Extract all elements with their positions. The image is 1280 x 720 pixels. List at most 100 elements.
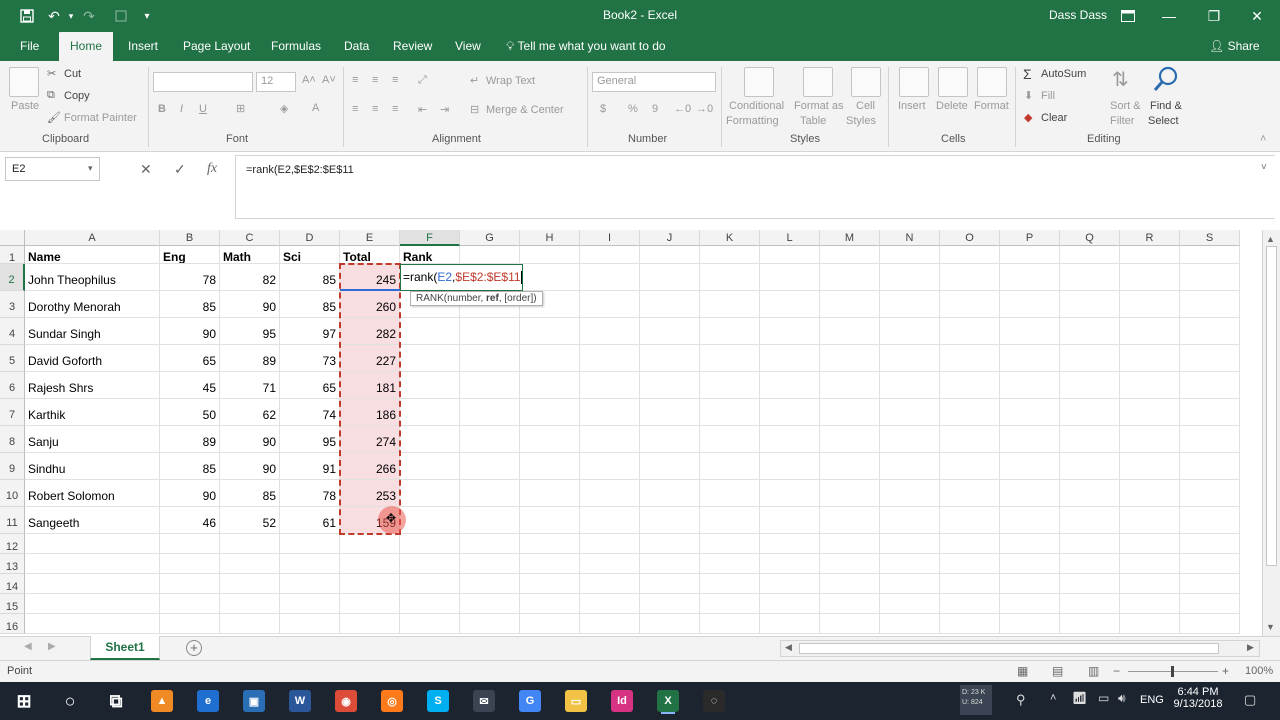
volume-icon[interactable]: 🔊︎ (1118, 691, 1126, 706)
empty-cell[interactable] (520, 318, 580, 345)
empty-cell[interactable] (760, 574, 820, 594)
sort-filter-label-1[interactable]: Sort & (1110, 100, 1141, 112)
clock[interactable]: 6:44 PM 9/13/2018 (1168, 686, 1228, 710)
empty-cell[interactable] (1060, 534, 1120, 554)
increase-indent-icon[interactable]: ⇥ (440, 103, 449, 116)
paste-icon[interactable] (9, 67, 39, 97)
name-cell[interactable]: Karthik (25, 399, 160, 426)
formula-input[interactable]: =rank(E2,$E$2:$E$11 (235, 155, 1275, 219)
name-cell[interactable]: Sindhu (25, 453, 160, 480)
tell-me-search[interactable]: 💡︎ Tell me what you want to do (506, 32, 666, 61)
empty-cell[interactable] (940, 372, 1000, 399)
total-cell[interactable]: 274 (340, 426, 400, 453)
row-header-8[interactable]: 8 (0, 426, 25, 453)
empty-cell[interactable] (1180, 554, 1240, 574)
empty-cell[interactable] (580, 507, 640, 534)
empty-cell[interactable] (760, 318, 820, 345)
font-color-icon[interactable]: A (312, 102, 319, 114)
row-header-2[interactable]: 2 (0, 264, 25, 291)
empty-cell[interactable] (580, 534, 640, 554)
name-cell[interactable]: David Goforth (25, 345, 160, 372)
empty-cell[interactable] (1120, 507, 1180, 534)
empty-cell[interactable] (700, 480, 760, 507)
zoom-in-icon[interactable]: + (1222, 664, 1229, 678)
borders-icon[interactable]: ⊞ (236, 102, 245, 115)
row-header-3[interactable]: 3 (0, 291, 25, 318)
empty-cell[interactable] (640, 264, 700, 291)
tab-view[interactable]: View (445, 32, 491, 61)
empty-cell[interactable] (1120, 291, 1180, 318)
empty-cell[interactable] (700, 534, 760, 554)
empty-cell[interactable] (1180, 614, 1240, 634)
empty-cell[interactable] (460, 345, 520, 372)
empty-cell[interactable] (880, 453, 940, 480)
empty-cell[interactable] (940, 554, 1000, 574)
empty-cell[interactable] (580, 453, 640, 480)
column-header-k[interactable]: K (700, 230, 760, 246)
header-cell-name[interactable]: Name (25, 246, 160, 264)
empty-cell[interactable] (760, 507, 820, 534)
vertical-scrollbar[interactable]: ▲ ▼ (1262, 230, 1280, 636)
total-cell[interactable]: 253 (340, 480, 400, 507)
format-as-table-icon[interactable] (803, 67, 833, 97)
column-header-l[interactable]: L (760, 230, 820, 246)
score-cell[interactable]: 89 (220, 345, 280, 372)
row-header-15[interactable]: 15 (0, 594, 25, 614)
empty-cell[interactable] (520, 614, 580, 634)
empty-cell[interactable] (580, 594, 640, 614)
rank-cell[interactable] (400, 426, 460, 453)
language-indicator[interactable]: ENG (1140, 694, 1164, 706)
empty-cell[interactable] (1000, 264, 1060, 291)
empty-cell[interactable] (460, 480, 520, 507)
empty-cell[interactable] (25, 594, 160, 614)
horizontal-scroll-thumb[interactable] (799, 643, 1219, 654)
empty-cell[interactable] (1000, 426, 1060, 453)
empty-cell[interactable] (820, 534, 880, 554)
empty-cell[interactable] (880, 480, 940, 507)
obs-icon[interactable]: ◌ (703, 690, 725, 712)
decrease-decimal-icon[interactable]: →0 (696, 103, 713, 115)
empty-cell[interactable] (280, 534, 340, 554)
empty-cell[interactable] (640, 426, 700, 453)
empty-cell[interactable] (220, 534, 280, 554)
zoom-out-icon[interactable]: − (1113, 664, 1120, 678)
empty-cell[interactable] (1000, 594, 1060, 614)
rank-cell[interactable] (400, 507, 460, 534)
empty-cell[interactable] (880, 534, 940, 554)
empty-cell[interactable] (1120, 345, 1180, 372)
empty-cell[interactable] (640, 372, 700, 399)
empty-cell[interactable] (940, 291, 1000, 318)
empty-cell[interactable] (580, 264, 640, 291)
score-cell[interactable]: 90 (220, 453, 280, 480)
sort-filter-label-2[interactable]: Filter (1110, 115, 1134, 127)
empty-cell[interactable] (1180, 507, 1240, 534)
empty-cell[interactable] (160, 574, 220, 594)
notifications-icon[interactable]: ▢ (1244, 692, 1256, 708)
empty-cell[interactable] (160, 554, 220, 574)
empty-cell[interactable] (700, 574, 760, 594)
empty-cell[interactable] (760, 291, 820, 318)
score-cell[interactable]: 62 (220, 399, 280, 426)
fill-button[interactable]: Fill (1041, 90, 1055, 102)
empty-cell[interactable] (580, 345, 640, 372)
empty-cell[interactable] (760, 453, 820, 480)
total-cell[interactable]: 266 (340, 453, 400, 480)
empty-cell[interactable] (460, 594, 520, 614)
empty-cell[interactable] (760, 554, 820, 574)
row-header-12[interactable]: 12 (0, 534, 25, 554)
show-hidden-icons[interactable]: ˄ (1050, 692, 1056, 704)
empty-cell[interactable] (1120, 574, 1180, 594)
score-cell[interactable]: 78 (160, 264, 220, 291)
empty-cell[interactable] (880, 614, 940, 634)
column-header-n[interactable]: N (880, 230, 940, 246)
empty-cell[interactable] (1180, 399, 1240, 426)
empty-cell[interactable] (220, 594, 280, 614)
empty-cell[interactable] (1180, 291, 1240, 318)
cancel-entry-icon[interactable]: ✕ (140, 161, 152, 178)
empty-cell[interactable] (940, 318, 1000, 345)
empty-cell[interactable] (1180, 453, 1240, 480)
empty-cell[interactable] (760, 246, 820, 264)
horizontal-scrollbar[interactable]: ◀ ▶ (780, 640, 1260, 657)
empty-cell[interactable] (820, 246, 880, 264)
empty-cell[interactable] (700, 554, 760, 574)
